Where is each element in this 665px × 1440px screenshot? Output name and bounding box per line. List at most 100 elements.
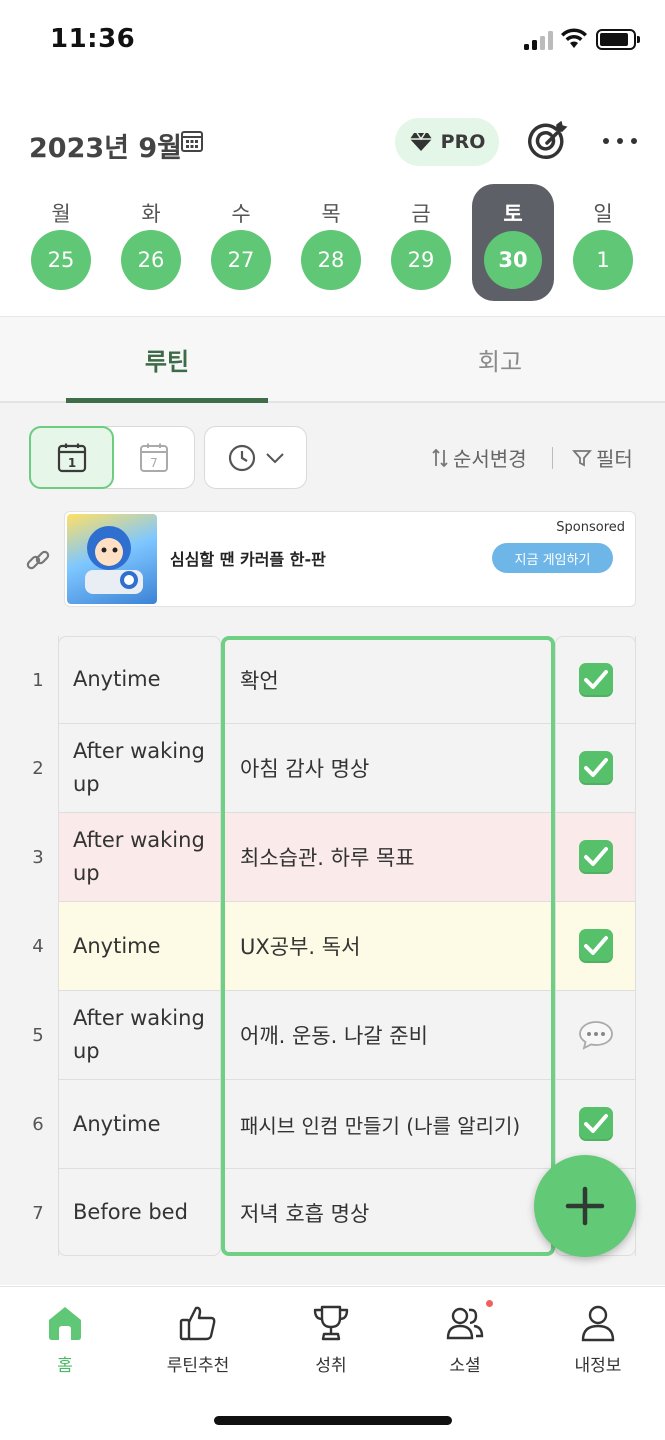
routine-status[interactable] [556, 902, 636, 991]
row-number: 1 [32, 670, 44, 691]
ad-image [67, 514, 157, 604]
view-toggle: 1 7 [29, 426, 195, 489]
comment-icon [578, 1021, 613, 1050]
signal-icon [524, 30, 554, 50]
tab-routine[interactable]: 루틴 [66, 317, 268, 403]
plus-icon [565, 1186, 605, 1226]
calendar-day-icon: 1 [57, 443, 86, 472]
routine-time[interactable]: Anytime [58, 636, 220, 724]
row-number: 4 [32, 936, 44, 957]
filter-button[interactable]: 필터 [572, 443, 633, 472]
add-routine-button[interactable] [534, 1155, 636, 1257]
routine-task[interactable]: 최소습관. 하루 목표 [224, 813, 552, 902]
wifi-icon [561, 28, 587, 48]
thumbs-up-icon [179, 1306, 216, 1341]
ad-cta-button[interactable]: 지금 게임하기 [492, 543, 613, 573]
row-number: 5 [32, 1025, 44, 1046]
home-indicator [214, 1416, 452, 1425]
week-strip: 월 25 화 26 수 27 목 28 금 29 토 30 일 1 [16, 184, 648, 302]
nav-label: 홈 [57, 1356, 73, 1376]
ad-text: 심심할 땐 카러플 한-판 [170, 550, 326, 569]
sort-button[interactable]: 순서변경 [431, 443, 527, 472]
row-number: 7 [32, 1203, 44, 1224]
month-title[interactable]: 2023년 9월 [29, 126, 182, 165]
row-number: 3 [32, 847, 44, 868]
tab-retrospective[interactable]: 회고 [400, 317, 600, 402]
routine-task[interactable]: 확언 [224, 636, 552, 724]
routine-time[interactable]: After waking up [58, 813, 220, 902]
day-date: 28 [301, 230, 361, 290]
toolbar: 1 7 순서변경 필터 [29, 426, 639, 490]
day-date: 26 [121, 230, 181, 290]
day-thu[interactable]: 목 28 [290, 184, 372, 301]
checkmark-icon [578, 840, 613, 874]
day-tue[interactable]: 화 26 [110, 184, 192, 301]
routine-status[interactable] [556, 636, 636, 724]
more-icon[interactable] [603, 138, 637, 146]
routine-task[interactable]: 아침 감사 명상 [224, 724, 552, 813]
trophy-icon [313, 1305, 349, 1341]
row-number: 6 [32, 1114, 44, 1135]
sort-label: 순서변경 [453, 447, 527, 471]
checkmark-icon [578, 751, 613, 785]
notification-dot [486, 1300, 493, 1307]
clock-icon [228, 444, 255, 471]
home-icon [49, 1307, 81, 1340]
routine-task[interactable]: 저녁 호흡 명상 [224, 1169, 552, 1256]
nav-label: 소셜 [449, 1356, 481, 1376]
routine-status[interactable] [556, 724, 636, 813]
routine-time[interactable]: Anytime [58, 902, 220, 991]
pro-button[interactable]: PRO [395, 118, 499, 166]
nav-my-info[interactable]: 내정보 [543, 1301, 653, 1381]
diamond-icon [409, 132, 432, 151]
day-name: 화 [141, 202, 161, 226]
main-content: 1 7 순서변경 필터 심심할 땐 카러플 한-판 Sponsored 지금 게… [0, 403, 665, 1285]
checkmark-icon [578, 929, 613, 963]
day-view-button[interactable]: 1 [29, 426, 114, 489]
nav-label: 루틴추천 [166, 1356, 230, 1376]
routine-time[interactable]: After waking up [58, 724, 220, 813]
day-sun[interactable]: 일 1 [562, 184, 644, 301]
nav-home[interactable]: 홈 [10, 1301, 120, 1381]
routine-task[interactable]: 어깨. 운동. 나갈 준비 [224, 991, 552, 1080]
nav-social[interactable]: 소셜 [410, 1301, 520, 1381]
ad-banner[interactable]: 심심할 땐 카러플 한-판 Sponsored 지금 게임하기 [64, 511, 636, 607]
day-mon[interactable]: 월 25 [20, 184, 102, 301]
week-view-button[interactable]: 7 [114, 427, 194, 488]
day-name: 월 [51, 202, 71, 226]
day-date: 25 [31, 230, 91, 290]
svg-text:7: 7 [150, 456, 158, 470]
routine-time[interactable]: After waking up [58, 991, 220, 1080]
day-date: 27 [211, 230, 271, 290]
sort-icon [432, 448, 448, 467]
routine-status[interactable] [556, 991, 636, 1080]
routine-time[interactable]: Anytime [58, 1080, 220, 1169]
status-bar: 11:36 [0, 0, 665, 80]
day-fri[interactable]: 금 29 [380, 184, 462, 301]
routine-status[interactable] [556, 813, 636, 902]
header: 2023년 9월 PRO [0, 112, 665, 172]
link-icon [26, 550, 50, 570]
time-filter-dropdown[interactable] [204, 426, 307, 489]
nav-routine-recommend[interactable]: 루틴추천 [143, 1301, 253, 1381]
day-sat-selected[interactable]: 토 30 [472, 184, 554, 301]
status-time: 11:36 [50, 24, 136, 54]
filter-icon [572, 449, 592, 466]
day-name: 금 [411, 202, 431, 226]
day-name: 목 [321, 202, 341, 226]
calendar-week-icon: 7 [140, 443, 168, 472]
pro-label: PRO [440, 131, 486, 153]
day-date: 29 [391, 230, 451, 290]
nav-achievement[interactable]: 성취 [276, 1301, 386, 1381]
checkmark-icon [578, 662, 613, 697]
target-icon[interactable] [527, 121, 569, 163]
routine-task[interactable]: UX공부. 독서 [224, 902, 552, 991]
nav-label: 내정보 [574, 1356, 622, 1376]
day-name: 토 [503, 202, 523, 226]
svg-text:1: 1 [67, 456, 75, 470]
nav-label: 성취 [315, 1356, 347, 1376]
routine-task[interactable]: 패시브 인컴 만들기 (나를 알리기) [224, 1080, 552, 1169]
routine-time[interactable]: Before bed [58, 1169, 220, 1256]
calendar-icon[interactable] [180, 129, 204, 153]
day-wed[interactable]: 수 27 [200, 184, 282, 301]
